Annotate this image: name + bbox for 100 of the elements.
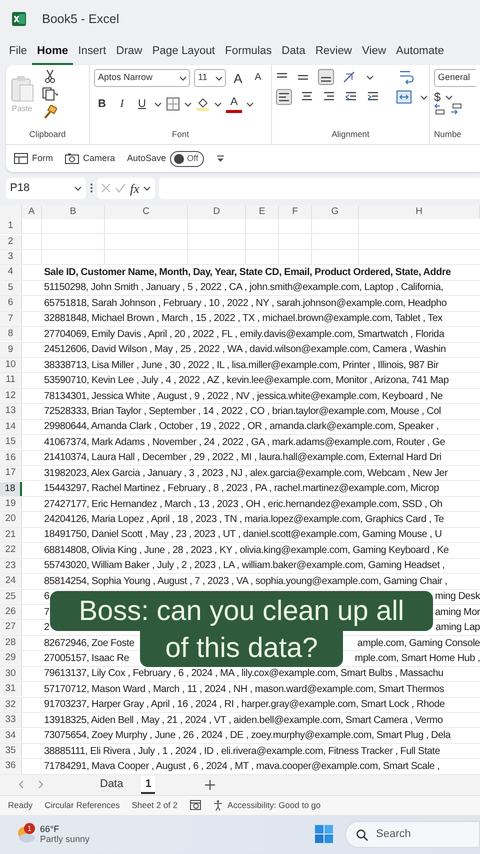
align-bottom-button[interactable] bbox=[318, 69, 334, 85]
caret-icon[interactable] bbox=[420, 94, 428, 100]
align-left-button[interactable] bbox=[276, 89, 292, 105]
bold-button[interactable]: B bbox=[94, 95, 110, 113]
number-format-dropdown[interactable]: General bbox=[434, 69, 476, 87]
row-header[interactable]: 16 bbox=[0, 450, 22, 465]
check-icon[interactable] bbox=[115, 183, 126, 193]
caret-icon[interactable] bbox=[154, 102, 162, 106]
insert-function-button[interactable]: fx bbox=[130, 182, 140, 194]
row-header[interactable]: 20 bbox=[0, 512, 22, 527]
caret-icon[interactable] bbox=[246, 102, 254, 106]
column-header[interactable]: A bbox=[22, 205, 42, 219]
ribbon-tab[interactable]: Review bbox=[310, 43, 357, 65]
plus-icon[interactable] bbox=[205, 780, 216, 790]
ribbon-tab[interactable]: Automate bbox=[391, 43, 449, 65]
increase-decimal-button[interactable] bbox=[434, 103, 446, 115]
row-header[interactable]: 12 bbox=[0, 388, 22, 404]
cut-button[interactable] bbox=[42, 69, 58, 83]
row-header[interactable]: 36 bbox=[0, 759, 22, 774]
column-header[interactable]: B bbox=[42, 205, 105, 219]
form-button[interactable]: Form bbox=[14, 153, 53, 164]
customize-toolbar-icon[interactable] bbox=[216, 154, 226, 162]
row-header[interactable]: 18 bbox=[0, 482, 22, 496]
grow-font-button[interactable]: A bbox=[230, 69, 246, 87]
row-header[interactable]: 6 bbox=[0, 296, 22, 311]
row-header[interactable]: 9 bbox=[0, 342, 22, 357]
ribbon-tab[interactable]: Insert bbox=[73, 43, 112, 65]
name-box[interactable]: P18 bbox=[6, 178, 86, 198]
row-header[interactable]: 3 bbox=[0, 250, 22, 264]
borders-button[interactable] bbox=[166, 97, 180, 111]
format-painter-button[interactable] bbox=[42, 105, 58, 119]
sheet-tab[interactable]: 1 bbox=[141, 776, 156, 794]
currency-button[interactable]: $ bbox=[434, 91, 441, 103]
row-header[interactable]: 13 bbox=[0, 404, 22, 419]
row-header[interactable]: 8 bbox=[0, 327, 22, 342]
chevron-right-icon[interactable] bbox=[38, 780, 44, 790]
shrink-font-button[interactable]: A bbox=[250, 69, 266, 87]
row-header[interactable]: 5 bbox=[0, 280, 22, 296]
align-top-button[interactable] bbox=[276, 72, 288, 78]
column-header[interactable]: G bbox=[312, 205, 359, 219]
fill-color-button[interactable] bbox=[196, 97, 210, 111]
column-header[interactable]: E bbox=[246, 205, 279, 219]
row-header[interactable]: 11 bbox=[0, 373, 22, 388]
search-field[interactable]: Search bbox=[345, 820, 480, 848]
sheet-tab[interactable]: Data bbox=[96, 776, 128, 794]
start-icon[interactable] bbox=[315, 825, 333, 844]
caret-icon[interactable] bbox=[366, 74, 374, 80]
row-header[interactable]: 24 bbox=[0, 574, 22, 588]
accessibility-button[interactable]: Accessibility: Good to go bbox=[212, 800, 321, 811]
row-header[interactable]: 35 bbox=[0, 744, 22, 758]
column-header[interactable]: H bbox=[359, 205, 480, 219]
status-text[interactable]: Circular References bbox=[44, 798, 120, 812]
font-name-dropdown[interactable]: Aptos Narrow bbox=[94, 69, 190, 87]
caret-icon[interactable] bbox=[184, 102, 192, 106]
row-header[interactable]: 33 bbox=[0, 713, 22, 728]
caret-icon[interactable] bbox=[444, 94, 453, 100]
font-color-button[interactable]: A bbox=[226, 96, 242, 112]
ribbon-tab[interactable]: Data bbox=[276, 43, 310, 65]
row-header[interactable]: 4 bbox=[0, 265, 22, 280]
row-header[interactable]: 19 bbox=[0, 496, 22, 512]
row-header[interactable]: 10 bbox=[0, 358, 22, 372]
macro-record-icon[interactable] bbox=[190, 800, 201, 810]
ribbon-tab[interactable]: File bbox=[4, 43, 32, 65]
row-header[interactable]: 7 bbox=[0, 312, 22, 326]
row-header[interactable]: 22 bbox=[0, 543, 22, 558]
row-header[interactable]: 25 bbox=[0, 590, 22, 604]
autosave-toggle[interactable]: Off bbox=[170, 150, 204, 166]
row-header[interactable]: 21 bbox=[0, 528, 22, 542]
italic-button[interactable]: I bbox=[114, 95, 130, 113]
row-header[interactable]: 15 bbox=[0, 435, 22, 450]
row-header[interactable]: 27 bbox=[0, 620, 22, 635]
font-size-dropdown[interactable]: 11 bbox=[194, 69, 226, 87]
row-header[interactable]: 34 bbox=[0, 728, 22, 743]
row-header[interactable]: 1 bbox=[0, 219, 22, 234]
underline-button[interactable]: U bbox=[134, 95, 150, 113]
ribbon-tab[interactable]: Draw bbox=[111, 43, 148, 65]
ribbon-tab[interactable]: Page Layout bbox=[147, 43, 220, 65]
row-header[interactable]: 32 bbox=[0, 698, 22, 712]
caret-icon[interactable] bbox=[214, 102, 222, 106]
column-header[interactable]: F bbox=[279, 205, 312, 219]
column-header[interactable]: C bbox=[105, 205, 188, 219]
camera-button[interactable]: Camera bbox=[65, 153, 116, 164]
wrap-text-button[interactable] bbox=[398, 69, 414, 85]
column-header[interactable]: D bbox=[188, 205, 246, 219]
chevron-left-icon[interactable] bbox=[18, 780, 24, 790]
ribbon-tab[interactable]: Formulas bbox=[220, 43, 277, 65]
ribbon-tab[interactable]: View bbox=[357, 43, 392, 65]
more-options-icon[interactable] bbox=[90, 183, 93, 193]
row-header[interactable]: 23 bbox=[0, 558, 22, 573]
row-header[interactable]: 29 bbox=[0, 651, 22, 666]
row-header[interactable]: 2 bbox=[0, 234, 22, 249]
row-header[interactable]: 26 bbox=[0, 605, 22, 620]
merge-cells-button[interactable] bbox=[396, 90, 412, 104]
decrease-decimal-button[interactable] bbox=[450, 103, 462, 115]
row-header[interactable]: 31 bbox=[0, 682, 22, 696]
row-header[interactable]: 14 bbox=[0, 420, 22, 434]
caret-icon[interactable] bbox=[143, 186, 152, 190]
row-header[interactable]: 17 bbox=[0, 466, 22, 480]
row-header[interactable]: 30 bbox=[0, 666, 22, 682]
row-header[interactable]: 28 bbox=[0, 636, 22, 650]
